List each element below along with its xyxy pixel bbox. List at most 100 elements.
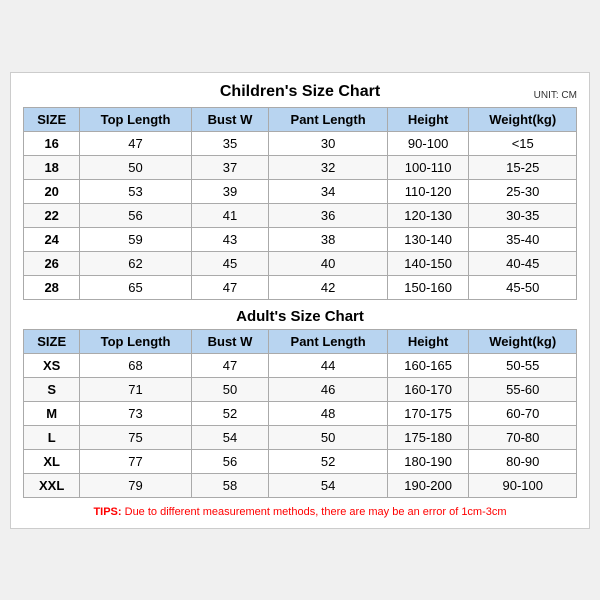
- table-cell: 100-110: [387, 155, 469, 179]
- table-cell: 70-80: [469, 425, 577, 449]
- table-cell: 40: [269, 251, 387, 275]
- table-cell: 34: [269, 179, 387, 203]
- table-cell: 65: [80, 275, 191, 299]
- table-cell: 60-70: [469, 401, 577, 425]
- unit-label: UNIT: CM: [534, 90, 577, 101]
- adults-size-table: Adult's Size Chart SIZE Top Length Bust …: [23, 300, 577, 498]
- table-row: 28654742150-16045-50: [24, 275, 577, 299]
- children-col-size: SIZE: [24, 107, 80, 131]
- children-col-height: Height: [387, 107, 469, 131]
- table-row: 1647353090-100<15: [24, 131, 577, 155]
- table-cell: 180-190: [387, 449, 469, 473]
- table-cell: 42: [269, 275, 387, 299]
- adults-col-bust-w: Bust W: [191, 329, 269, 353]
- table-cell: 55-60: [469, 377, 577, 401]
- table-cell: 32: [269, 155, 387, 179]
- adults-col-top-length: Top Length: [80, 329, 191, 353]
- table-cell: XXL: [24, 473, 80, 497]
- children-header-row: SIZE Top Length Bust W Pant Length Heigh…: [24, 107, 577, 131]
- table-cell: 50: [80, 155, 191, 179]
- table-row: S715046160-17055-60: [24, 377, 577, 401]
- table-cell: 46: [269, 377, 387, 401]
- tips-label: TIPS:: [93, 506, 121, 518]
- table-row: 20533934110-12025-30: [24, 179, 577, 203]
- table-cell: 59: [80, 227, 191, 251]
- table-cell: 52: [191, 401, 269, 425]
- table-cell: 56: [191, 449, 269, 473]
- adults-col-size: SIZE: [24, 329, 80, 353]
- table-cell: M: [24, 401, 80, 425]
- table-cell: 140-150: [387, 251, 469, 275]
- table-cell: 44: [269, 353, 387, 377]
- table-cell: 35-40: [469, 227, 577, 251]
- table-cell: XL: [24, 449, 80, 473]
- table-cell: 48: [269, 401, 387, 425]
- table-cell: 71: [80, 377, 191, 401]
- table-cell: 170-175: [387, 401, 469, 425]
- table-cell: 110-120: [387, 179, 469, 203]
- table-cell: 90-100: [469, 473, 577, 497]
- table-cell: 24: [24, 227, 80, 251]
- table-cell: 160-165: [387, 353, 469, 377]
- table-cell: 47: [191, 275, 269, 299]
- size-chart-container: Children's Size Chart UNIT: CM SIZE Top …: [10, 72, 590, 529]
- table-cell: 20: [24, 179, 80, 203]
- adults-chart-title: Adult's Size Chart: [24, 300, 577, 330]
- adults-header-row: SIZE Top Length Bust W Pant Length Heigh…: [24, 329, 577, 353]
- table-cell: 120-130: [387, 203, 469, 227]
- table-cell: 52: [269, 449, 387, 473]
- table-cell: 35: [191, 131, 269, 155]
- table-cell: 38: [269, 227, 387, 251]
- table-cell: 58: [191, 473, 269, 497]
- table-cell: 54: [269, 473, 387, 497]
- table-cell: 50-55: [469, 353, 577, 377]
- table-cell: 47: [80, 131, 191, 155]
- table-row: XS684744160-16550-55: [24, 353, 577, 377]
- tips-row: TIPS: Due to different measurement metho…: [23, 506, 577, 518]
- table-cell: 53: [80, 179, 191, 203]
- table-cell: 50: [269, 425, 387, 449]
- table-cell: 26: [24, 251, 80, 275]
- table-cell: 160-170: [387, 377, 469, 401]
- children-size-table: SIZE Top Length Bust W Pant Length Heigh…: [23, 107, 577, 300]
- children-col-top-length: Top Length: [80, 107, 191, 131]
- table-row: M735248170-17560-70: [24, 401, 577, 425]
- children-col-pant-length: Pant Length: [269, 107, 387, 131]
- table-cell: <15: [469, 131, 577, 155]
- table-cell: S: [24, 377, 80, 401]
- table-row: 24594338130-14035-40: [24, 227, 577, 251]
- table-cell: 79: [80, 473, 191, 497]
- table-cell: 62: [80, 251, 191, 275]
- table-cell: 18: [24, 155, 80, 179]
- table-cell: 25-30: [469, 179, 577, 203]
- adults-col-height: Height: [387, 329, 469, 353]
- table-cell: 56: [80, 203, 191, 227]
- table-cell: 15-25: [469, 155, 577, 179]
- table-cell: 50: [191, 377, 269, 401]
- tips-text: Due to different measurement methods, th…: [125, 506, 507, 518]
- table-cell: 75: [80, 425, 191, 449]
- table-cell: 30: [269, 131, 387, 155]
- table-cell: 36: [269, 203, 387, 227]
- table-cell: 54: [191, 425, 269, 449]
- table-cell: 190-200: [387, 473, 469, 497]
- table-row: XL775652180-19080-90: [24, 449, 577, 473]
- table-cell: 77: [80, 449, 191, 473]
- table-row: L755450175-18070-80: [24, 425, 577, 449]
- table-row: 18503732100-11015-25: [24, 155, 577, 179]
- table-cell: 45-50: [469, 275, 577, 299]
- table-cell: 39: [191, 179, 269, 203]
- table-row: 22564136120-13030-35: [24, 203, 577, 227]
- table-cell: 16: [24, 131, 80, 155]
- table-cell: 45: [191, 251, 269, 275]
- table-cell: L: [24, 425, 80, 449]
- table-cell: 47: [191, 353, 269, 377]
- table-cell: 37: [191, 155, 269, 179]
- adults-col-pant-length: Pant Length: [269, 329, 387, 353]
- children-col-bust-w: Bust W: [191, 107, 269, 131]
- table-cell: 43: [191, 227, 269, 251]
- table-cell: 80-90: [469, 449, 577, 473]
- table-cell: 28: [24, 275, 80, 299]
- children-title-row: Children's Size Chart UNIT: CM: [23, 83, 577, 101]
- table-cell: 22: [24, 203, 80, 227]
